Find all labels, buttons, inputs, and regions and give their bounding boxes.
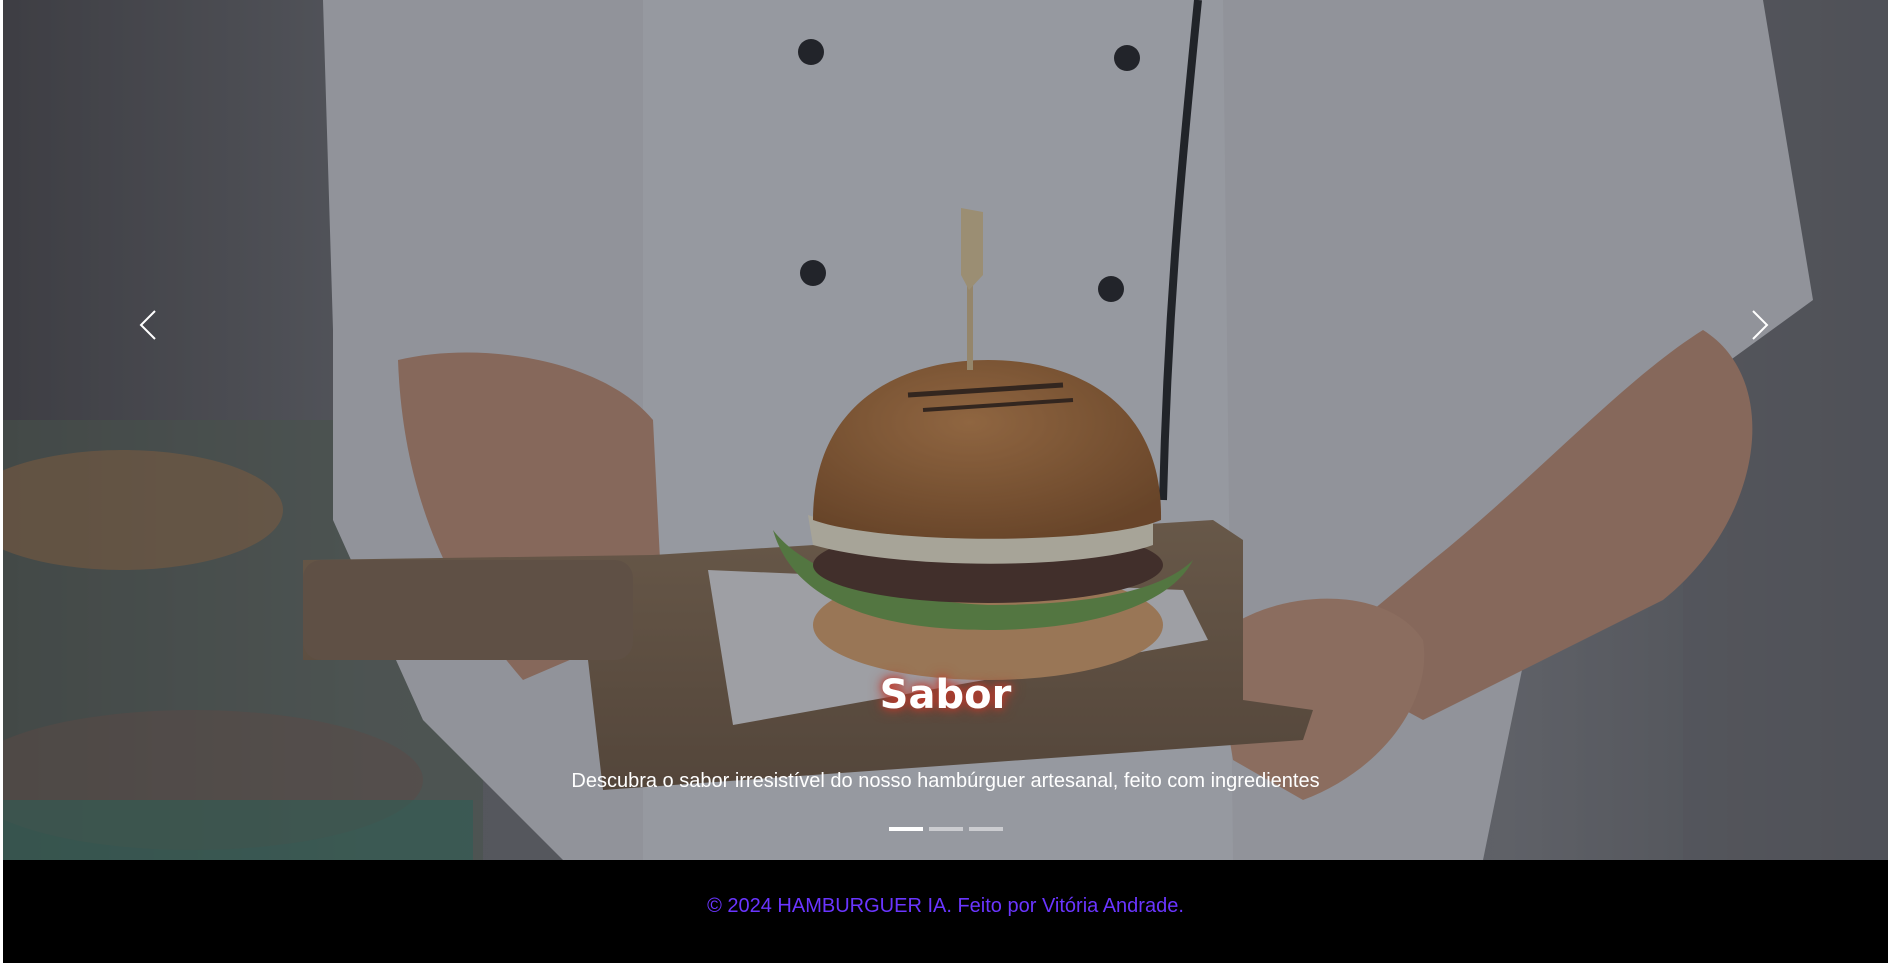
carousel-indicator-1[interactable] [888,827,923,831]
footer: © 2024 HAMBURGUER IA. Feito por Vitória … [3,860,1888,963]
carousel-indicator-2[interactable] [928,827,963,831]
carousel-indicator-3[interactable] [968,827,1003,831]
footer-copyright: © 2024 HAMBURGUER IA. Feito por Vitória … [707,895,1184,917]
chevron-right-icon [1752,310,1769,340]
carousel-next-button[interactable] [1720,290,1800,360]
carousel-prev-button[interactable] [108,290,188,360]
chevron-left-icon [139,310,156,340]
slide-title: Sabor [879,672,1012,718]
page: Sabor Descubra o sabor irresistível do n… [0,0,1888,963]
carousel-indicators [3,827,1888,831]
slide-overlay [3,0,1888,860]
hero-carousel: Sabor Descubra o sabor irresistível do n… [3,0,1888,860]
slide-description: Descubra o sabor irresistível do nosso h… [571,770,1320,792]
